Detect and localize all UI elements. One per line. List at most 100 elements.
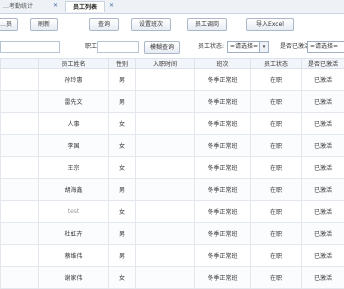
employee-name-cell: 胡海鑫 (39, 179, 109, 201)
shift-cell: 冬季正常班 (195, 223, 251, 245)
employee-name-cell: test (39, 201, 109, 223)
filter-bar: 职工: 模糊查询 员工状态: =请选择= ▾ 是否已激活: =请选择= (0, 38, 344, 56)
gender-cell: 男 (109, 179, 136, 201)
hire-date-cell (136, 201, 195, 223)
activated-cell: 已激活 (302, 267, 344, 289)
row-select-cell[interactable] (1, 135, 39, 157)
row-select-cell[interactable] (1, 157, 39, 179)
set-shift-button[interactable]: 设置班次 (131, 18, 171, 31)
gender-cell: 男 (109, 245, 136, 267)
toolbar: …员 刷新 查询 设置班次 员工调岗 导入Excel (0, 18, 344, 32)
hire-date-cell (136, 135, 195, 157)
column-header-select (1, 59, 39, 69)
close-icon[interactable]: ✕ (53, 1, 58, 11)
hire-date-cell (136, 69, 195, 91)
table-row[interactable]: 胡海鑫 男 冬季正常班 在职 已激活 (1, 179, 344, 201)
status-cell: 在职 (251, 179, 302, 201)
row-select-cell[interactable] (1, 245, 39, 267)
shift-cell: 冬季正常班 (195, 135, 251, 157)
column-header-gender[interactable]: 性别 (109, 59, 136, 69)
tab-attendance-stats[interactable]: …考勤统计 (0, 1, 48, 12)
query-button[interactable]: 查询 (89, 18, 119, 31)
status-cell: 在职 (251, 201, 302, 223)
tab-bar: …考勤统计 ✕ 员工列表 ✕ (0, 0, 344, 14)
activated-cell: 已激活 (302, 135, 344, 157)
name-filter-input[interactable] (97, 41, 139, 53)
close-icon[interactable]: ✕ (109, 1, 114, 11)
activated-cell: 已激活 (302, 179, 344, 201)
shift-cell: 冬季正常班 (195, 113, 251, 135)
employee-name-cell: 谢家伟 (39, 267, 109, 289)
table-row[interactable]: 雷先文 男 冬季正常班 在职 已激活 (1, 91, 344, 113)
shift-cell: 冬季正常班 (195, 179, 251, 201)
hire-date-cell (136, 267, 195, 289)
status-cell: 在职 (251, 267, 302, 289)
shift-cell: 冬季正常班 (195, 267, 251, 289)
activated-cell: 已激活 (302, 69, 344, 91)
shift-cell: 冬季正常班 (195, 245, 251, 267)
row-select-cell[interactable] (1, 113, 39, 135)
activated-cell: 已激活 (302, 113, 344, 135)
activated-cell: 已激活 (302, 223, 344, 245)
activated-cell: 已激活 (302, 157, 344, 179)
gender-cell: 男 (109, 69, 136, 91)
row-select-cell[interactable] (1, 201, 39, 223)
row-select-cell[interactable] (1, 91, 39, 113)
shift-cell: 冬季正常班 (195, 157, 251, 179)
shift-cell: 冬季正常班 (195, 69, 251, 91)
employee-name-cell: 杜虹卉 (39, 223, 109, 245)
table-header-row: 员工姓名 性别 入职时间 班次 员工状态 是否已激活 (1, 59, 344, 69)
status-filter-label: 员工状态: (198, 42, 224, 52)
hire-date-cell (136, 245, 195, 267)
import-excel-button[interactable]: 导入Excel (246, 18, 294, 31)
column-header-name[interactable]: 员工姓名 (39, 59, 109, 69)
activated-cell: 已激活 (302, 245, 344, 267)
search-input[interactable] (0, 41, 60, 53)
status-cell: 在职 (251, 69, 302, 91)
status-cell: 在职 (251, 113, 302, 135)
row-select-cell[interactable] (1, 267, 39, 289)
status-cell: 在职 (251, 223, 302, 245)
status-cell: 在职 (251, 245, 302, 267)
status-cell: 在职 (251, 91, 302, 113)
gender-cell: 女 (109, 113, 136, 135)
activated-select[interactable]: =请选择= (307, 41, 344, 53)
column-header-activated[interactable]: 是否已激活 (302, 59, 344, 69)
transfer-employee-button[interactable]: 员工调岗 (187, 18, 227, 31)
status-select[interactable]: =请选择= ▾ (227, 41, 269, 53)
status-cell: 在职 (251, 135, 302, 157)
table-row[interactable]: test 女 冬季正常班 在职 已激活 (1, 201, 344, 223)
table-row[interactable]: 蔡维伟 男 冬季正常班 在职 已激活 (1, 245, 344, 267)
refresh-button[interactable]: 刷新 (30, 18, 58, 31)
employee-name-cell: 王宗 (39, 157, 109, 179)
shift-cell: 冬季正常班 (195, 201, 251, 223)
hire-date-cell (136, 91, 195, 113)
table-row[interactable]: 杜虹卉 男 冬季正常班 在职 已激活 (1, 223, 344, 245)
hire-date-cell (136, 157, 195, 179)
gender-cell: 女 (109, 267, 136, 289)
column-header-hire-date[interactable]: 入职时间 (136, 59, 195, 69)
gender-cell: 女 (109, 201, 136, 223)
table-row[interactable]: 孙玲惠 男 冬季正常班 在职 已激活 (1, 69, 344, 91)
table-row[interactable]: 王宗 女 冬季正常班 在职 已激活 (1, 157, 344, 179)
row-select-cell[interactable] (1, 179, 39, 201)
row-select-cell[interactable] (1, 223, 39, 245)
column-header-shift[interactable]: 班次 (195, 59, 251, 69)
gender-cell: 女 (109, 157, 136, 179)
employee-name-cell: 孙玲惠 (39, 69, 109, 91)
fuzzy-search-button[interactable]: 模糊查询 (144, 41, 180, 54)
column-header-status[interactable]: 员工状态 (251, 59, 302, 69)
add-employee-button[interactable]: …员 (0, 18, 18, 31)
row-select-cell[interactable] (1, 69, 39, 91)
table-row[interactable]: 人事 女 冬季正常班 在职 已激活 (1, 113, 344, 135)
employee-name-cell: 蔡维伟 (39, 245, 109, 267)
activated-select-value: =请选择= (310, 43, 338, 50)
gender-cell: 男 (109, 91, 136, 113)
activated-cell: 已激活 (302, 201, 344, 223)
gender-cell: 女 (109, 135, 136, 157)
table-row[interactable]: 谢家伟 女 冬季正常班 在职 已激活 (1, 267, 344, 289)
employee-name-cell: 雷先文 (39, 91, 109, 113)
hire-date-cell (136, 113, 195, 135)
table-row[interactable]: 李国 女 冬季正常班 在职 已激活 (1, 135, 344, 157)
tab-employee-list[interactable]: 员工列表 (65, 1, 105, 12)
